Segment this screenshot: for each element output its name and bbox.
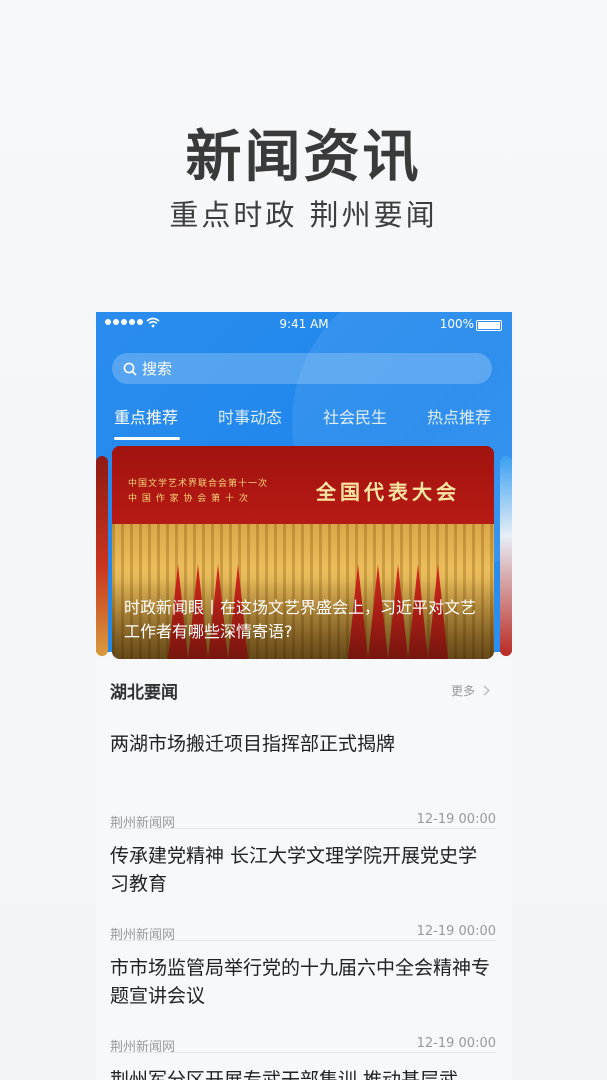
banner-backdrop-line2: 中 国 作 家 协 会 第 十 次 bbox=[128, 494, 249, 504]
tab-current-affairs[interactable]: 时事动态 bbox=[218, 404, 282, 428]
search-icon bbox=[123, 362, 137, 376]
divider bbox=[110, 1052, 496, 1053]
tab-key-recommend[interactable]: 重点推荐 bbox=[114, 404, 178, 428]
carousel-prev-card[interactable] bbox=[96, 456, 108, 656]
news-item-1[interactable]: 两湖市场搬迁项目指挥部正式揭牌 荆州新闻网 12-19 00:00 bbox=[110, 730, 496, 848]
divider bbox=[110, 828, 496, 829]
battery-percentage: 100% bbox=[439, 317, 474, 331]
news-item-3[interactable]: 市市场监管局举行党的十九届六中全会精神专题宣讲会议 荆州新闻网 12-19 00… bbox=[110, 954, 496, 1055]
hubei-news-section: 湖北要闻 更多 两湖市场搬迁项目指挥部正式揭牌 荆州新闻网 12-19 00:0… bbox=[96, 660, 512, 1080]
phone-screen: 9:41 AM 100% 搜索 重点推荐 时事动态 社会民生 热点推荐 中国文学… bbox=[96, 312, 512, 1080]
news-time: 12-19 00:00 bbox=[416, 1036, 496, 1051]
news-item-2[interactable]: 传承建党精神 长江大学文理学院开展党史学习教育 荆州新闻网 12-19 00:0… bbox=[110, 842, 496, 943]
promo-title: 新闻资讯 bbox=[185, 125, 422, 190]
status-bar: 9:41 AM 100% bbox=[96, 312, 512, 336]
promo-subtitle: 重点时政 荆州要闻 bbox=[169, 198, 438, 232]
chevron-right-icon bbox=[483, 685, 490, 696]
category-tabs: 重点推荐 时事动态 社会民生 热点推荐 bbox=[96, 404, 512, 440]
news-title: 传承建党精神 长江大学文理学院开展党史学习教育 bbox=[110, 845, 478, 895]
divider bbox=[110, 940, 496, 941]
news-time: 12-19 00:00 bbox=[416, 924, 496, 939]
news-title: 市市场监管局举行党的十九届六中全会精神专题宣讲会议 bbox=[110, 957, 491, 1007]
section-title: 湖北要闻 bbox=[110, 683, 178, 703]
news-item-4[interactable]: 荆州军分区开展专武干部集训 推动基层武 bbox=[110, 1066, 496, 1080]
tab-active-indicator bbox=[114, 437, 180, 440]
news-title: 荆州军分区开展专武干部集训 推动基层武 bbox=[110, 1069, 459, 1080]
banner-backdrop: 中国文学艺术界联合会第十一次 中 国 作 家 协 会 第 十 次 全国代表大会 bbox=[112, 446, 494, 524]
more-label: 更多 bbox=[450, 684, 475, 698]
news-time: 12-19 00:00 bbox=[416, 812, 496, 827]
banner-backdrop-big: 全国代表大会 bbox=[316, 480, 460, 504]
tab-livelihood[interactable]: 社会民生 bbox=[323, 404, 387, 428]
news-title: 两湖市场搬迁项目指挥部正式揭牌 bbox=[110, 733, 396, 755]
tab-hot-recommend[interactable]: 热点推荐 bbox=[427, 404, 491, 428]
banner-caption: 时政新闻眼丨在这场文艺界盛会上，习近平对文艺工作者有哪些深情寄语? bbox=[124, 598, 477, 641]
banner-card[interactable]: 中国文学艺术界联合会第十一次 中 国 作 家 协 会 第 十 次 全国代表大会 … bbox=[112, 446, 494, 659]
more-button[interactable]: 更多 bbox=[451, 682, 490, 699]
carousel-next-card[interactable] bbox=[500, 456, 512, 656]
search-placeholder: 搜索 bbox=[142, 360, 173, 378]
banner-backdrop-line1: 中国文学艺术界联合会第十一次 bbox=[128, 479, 269, 489]
search-input[interactable]: 搜索 bbox=[112, 353, 492, 384]
battery-icon bbox=[476, 320, 502, 331]
